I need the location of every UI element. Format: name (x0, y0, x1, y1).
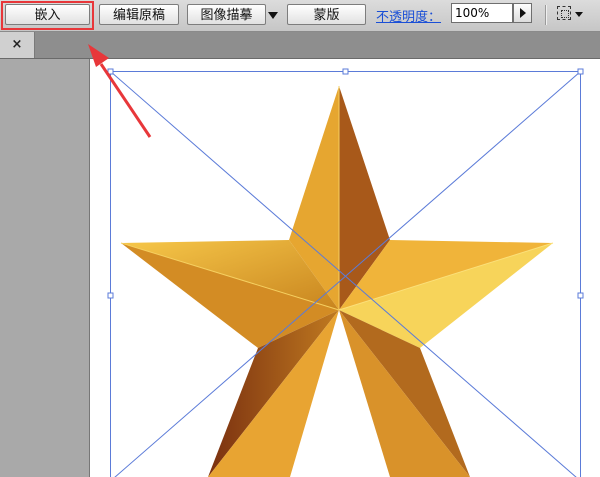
annotation-arrow (88, 44, 152, 138)
star-image[interactable] (120, 86, 554, 477)
canvas-overlay (88, 44, 584, 477)
